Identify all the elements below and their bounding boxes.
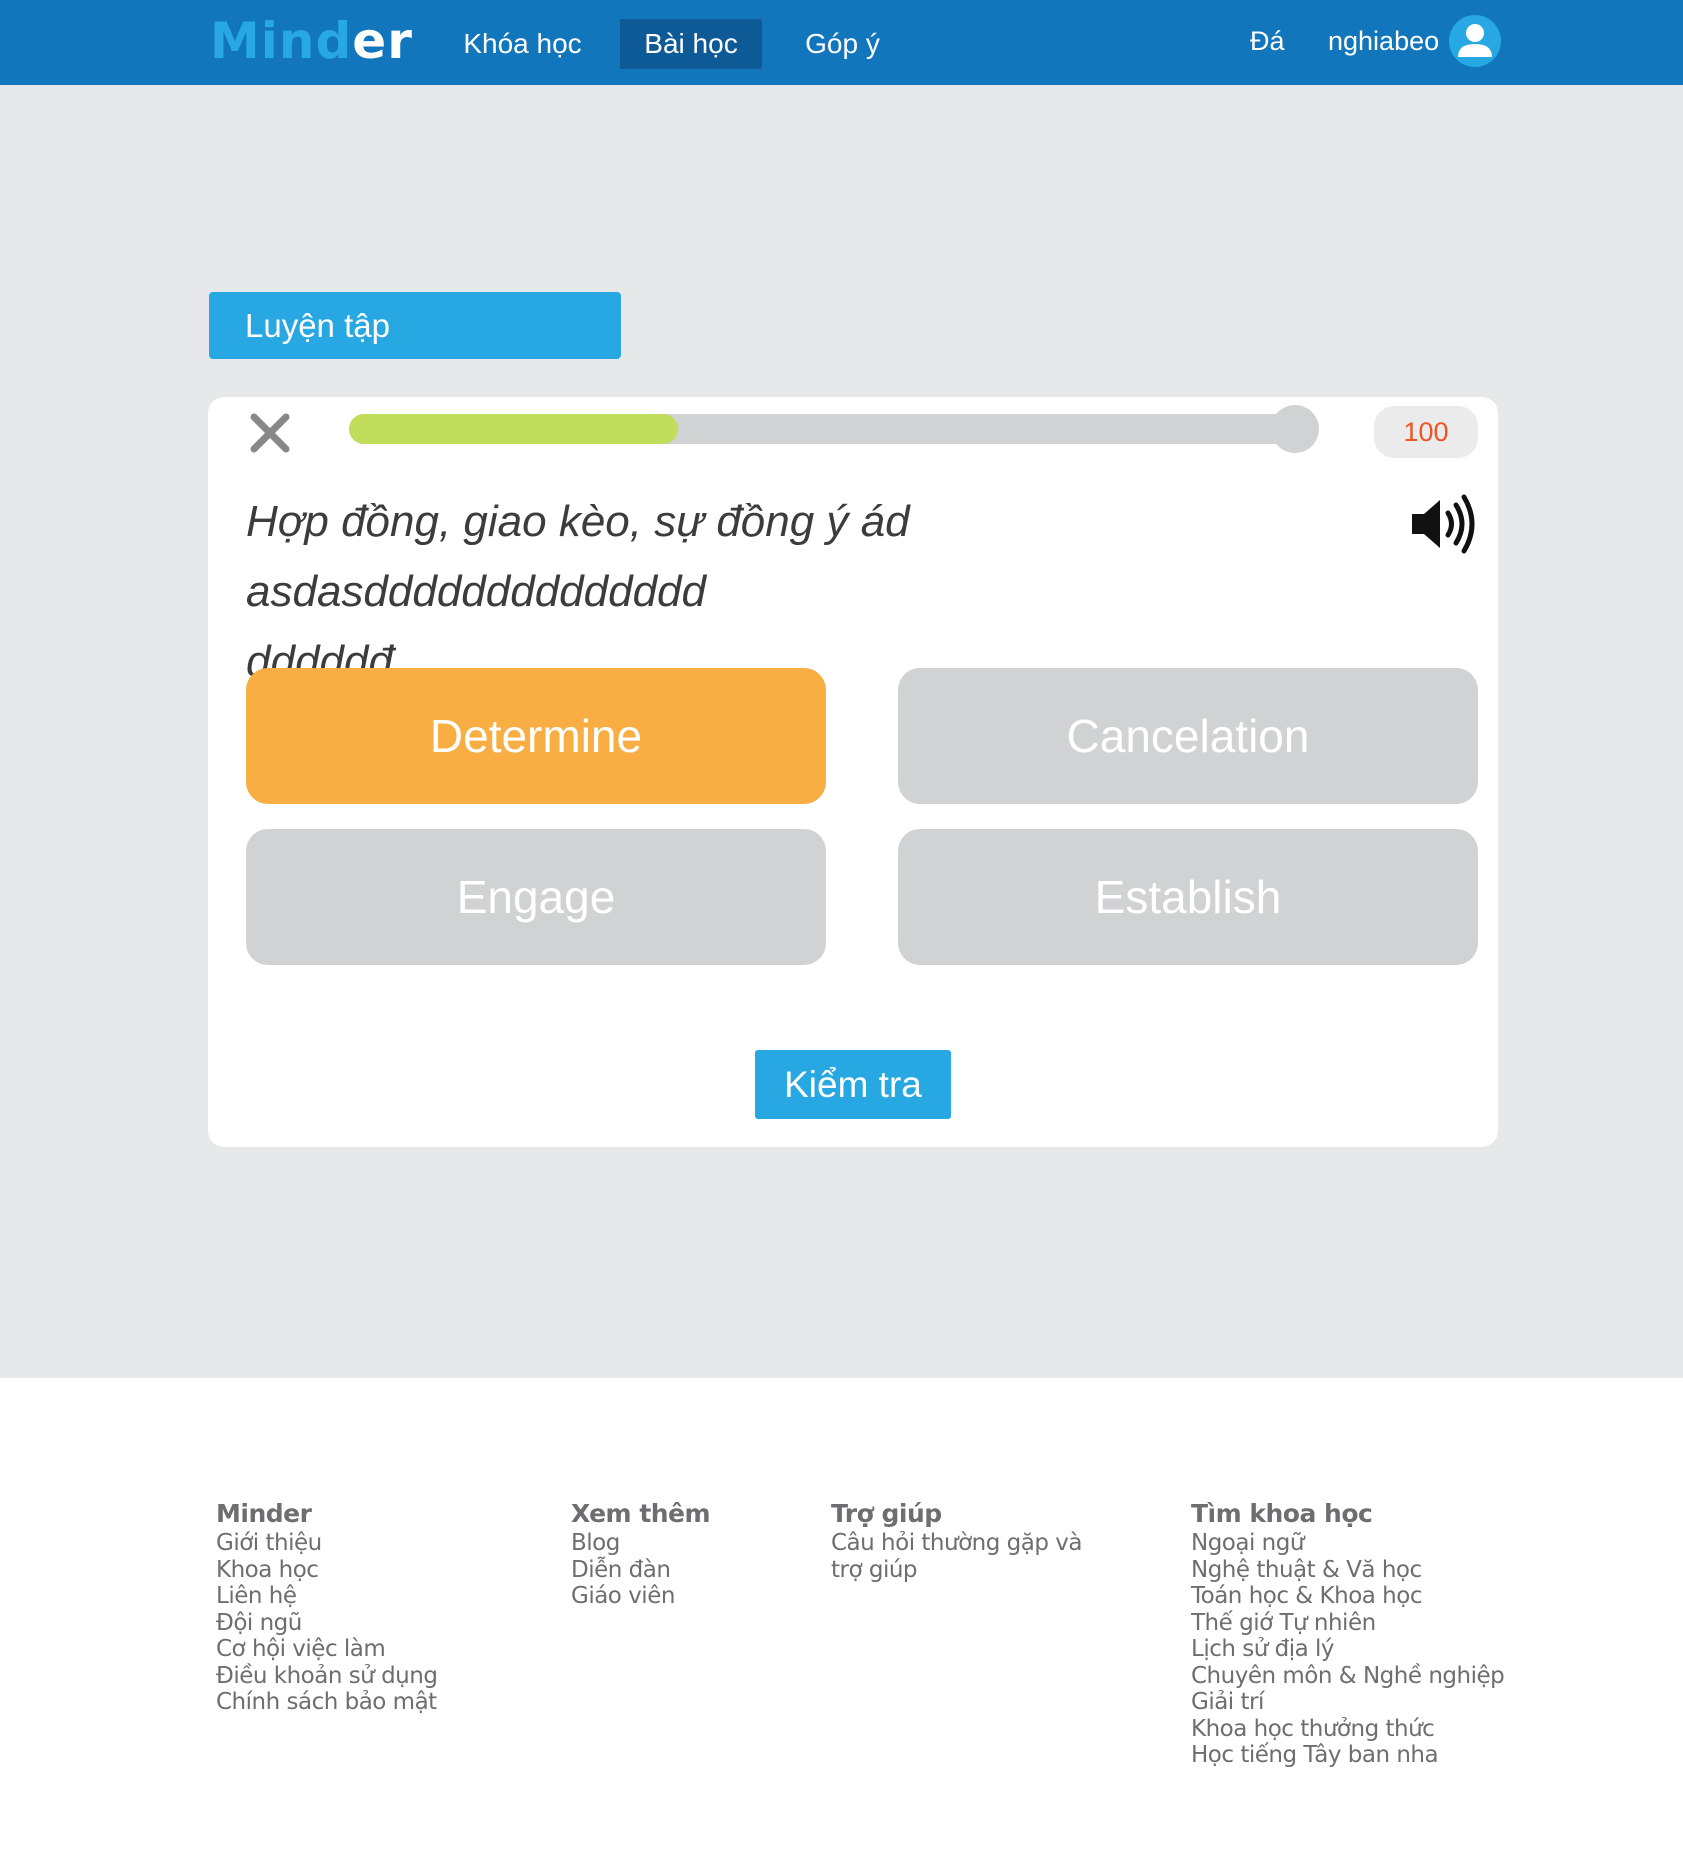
footer-link[interactable]: Diễn đàn xyxy=(571,1557,710,1584)
progress-knob xyxy=(1271,405,1319,453)
question-line-1: Hợp đồng, giao kèo, sự đồng ý ád asdasdd… xyxy=(246,497,910,616)
nav-gop-y[interactable]: Góp ý xyxy=(785,19,900,69)
main-area: Luyện tập 100 Hợp đồng, giao kèo, sự đồn… xyxy=(0,85,1683,1378)
check-button[interactable]: Kiểm tra xyxy=(755,1050,951,1119)
footer-link[interactable]: Liên hệ xyxy=(216,1583,437,1610)
nav-bai-hoc[interactable]: Bài học xyxy=(620,19,762,69)
logo-part1: Mind xyxy=(210,12,353,70)
language-dropdown[interactable]: Đá xyxy=(1250,20,1285,62)
footer-link[interactable]: Lịch sử địa lý xyxy=(1191,1636,1504,1663)
nav-khoa-hoc[interactable]: Khóa học xyxy=(445,19,600,69)
footer-col-tim-khoa-hoc: Tìm khoa học Ngoại ngữ Nghệ thuật & Vă h… xyxy=(1191,1498,1505,1769)
footer: Minder Giới thiệu Khoa học Liên hệ Đội n… xyxy=(0,1378,1683,1862)
logo-part2: er xyxy=(352,12,413,70)
progress-fill xyxy=(349,414,678,444)
footer-link[interactable]: Khoa học xyxy=(216,1557,437,1584)
footer-link[interactable]: Giải trí xyxy=(1191,1689,1504,1716)
option-cancelation[interactable]: Cancelation xyxy=(898,668,1478,804)
footer-link[interactable]: Giáo viên xyxy=(571,1583,710,1610)
footer-link[interactable]: Câu hỏi thường gặp và xyxy=(831,1530,1082,1557)
user-avatar[interactable] xyxy=(1449,15,1501,67)
username[interactable]: nghiabeo xyxy=(1328,20,1439,62)
footer-link[interactable]: Nghệ thuật & Vă học xyxy=(1191,1557,1504,1584)
footer-link[interactable]: Đội ngũ xyxy=(216,1610,437,1637)
footer-link[interactable]: Toán học & Khoa học xyxy=(1191,1583,1504,1610)
speaker-icon[interactable] xyxy=(1408,489,1480,559)
footer-col-xem-them: Xem thêm Blog Diễn đàn Giáo viên xyxy=(571,1498,711,1610)
footer-link[interactable]: trợ giúp xyxy=(831,1557,1082,1584)
footer-link[interactable]: Khoa học thưởng thức xyxy=(1191,1716,1504,1743)
option-establish[interactable]: Establish xyxy=(898,829,1478,965)
footer-link[interactable]: Điều khoản sử dụng xyxy=(216,1663,438,1690)
footer-link[interactable]: Ngoại ngữ xyxy=(1191,1530,1504,1557)
footer-heading: Minder xyxy=(216,1499,312,1528)
footer-heading: Tìm khoa học xyxy=(1191,1499,1373,1528)
user-icon xyxy=(1458,24,1492,57)
option-engage[interactable]: Engage xyxy=(246,829,826,965)
footer-link[interactable]: Giới thiệu xyxy=(216,1530,437,1557)
exercise-card: 100 Hợp đồng, giao kèo, sự đồng ý ád asd… xyxy=(208,397,1498,1147)
footer-col-minder: Minder Giới thiệu Khoa học Liên hệ Đội n… xyxy=(216,1498,438,1716)
footer-link[interactable]: Chính sách bảo mật xyxy=(216,1689,437,1716)
option-determine[interactable]: Determine xyxy=(246,668,826,804)
footer-link[interactable]: Thế giớ Tự nhiên xyxy=(1191,1610,1504,1637)
score-badge: 100 xyxy=(1374,406,1478,458)
footer-link[interactable]: Chuyên môn & Nghề nghiệp xyxy=(1191,1663,1505,1690)
logo[interactable]: Minder xyxy=(210,12,413,70)
footer-heading: Xem thêm xyxy=(571,1499,711,1528)
footer-link[interactable]: Cơ hội việc làm xyxy=(216,1636,437,1663)
close-icon[interactable] xyxy=(246,409,294,457)
footer-heading: Trợ giúp xyxy=(831,1499,942,1528)
section-title: Luyện tập xyxy=(209,292,621,359)
footer-link[interactable]: Học tiếng Tây ban nha xyxy=(1191,1742,1504,1769)
progress-bar xyxy=(349,414,1289,444)
top-navbar: Minder Khóa học Bài học Góp ý Đá nghiabe… xyxy=(0,0,1683,85)
footer-link[interactable]: Blog xyxy=(571,1530,710,1557)
question-text: Hợp đồng, giao kèo, sự đồng ý ád asdasdd… xyxy=(246,487,1356,697)
footer-col-tro-giup: Trợ giúp Câu hỏi thường gặp và trợ giúp xyxy=(831,1498,1082,1583)
